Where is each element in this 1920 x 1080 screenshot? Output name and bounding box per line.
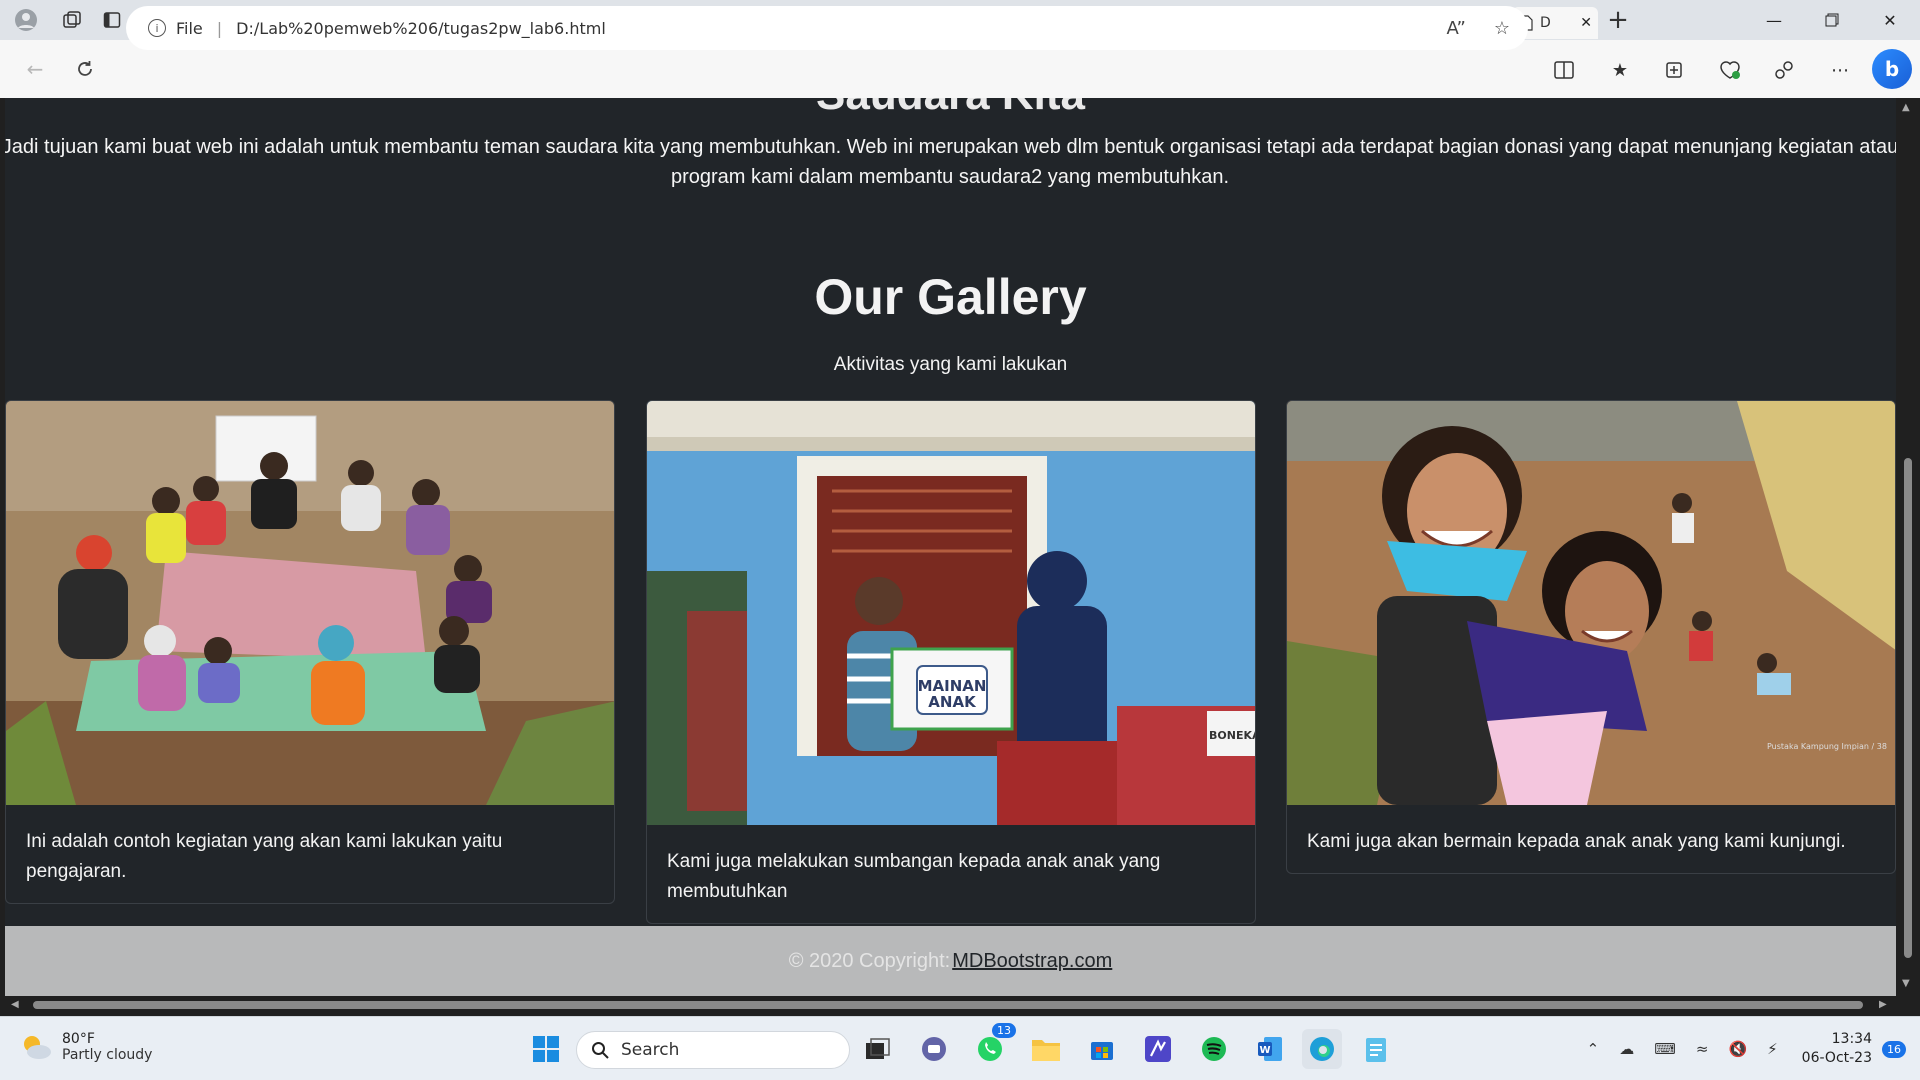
minimize-button[interactable]: — bbox=[1744, 0, 1804, 40]
gallery-card-2: MAINAN ANAK BONEKA Kami juga melakukan s… bbox=[646, 400, 1256, 924]
close-tab-icon[interactable]: ✕ bbox=[1580, 15, 1592, 31]
wifi-icon[interactable]: ≈ bbox=[1696, 1040, 1709, 1058]
extensions-icon[interactable] bbox=[1764, 50, 1804, 90]
system-tray: ⌃ ☁ ⌨ ≈ 🔇 ⚡ 13:34 06-Oct-23 16 bbox=[1577, 1017, 1920, 1080]
scroll-up-icon[interactable]: ▲ bbox=[1902, 102, 1910, 113]
more-menu-icon[interactable]: ⋯ bbox=[1820, 50, 1860, 90]
profile-icon[interactable] bbox=[0, 0, 52, 40]
weather-widget[interactable]: 80°F Partly cloudy bbox=[20, 1031, 152, 1063]
teams-chat-icon[interactable] bbox=[914, 1029, 954, 1069]
box-label-anak: ANAK bbox=[928, 693, 977, 711]
clock[interactable]: 13:34 06-Oct-23 bbox=[1802, 1030, 1872, 1068]
gallery-title: Our Gallery bbox=[814, 269, 1087, 325]
onedrive-icon[interactable]: ☁ bbox=[1619, 1040, 1634, 1058]
new-tab-button[interactable]: + bbox=[1598, 0, 1638, 40]
keyboard-icon[interactable]: ⌨ bbox=[1654, 1040, 1676, 1058]
section-heading-partial: Saudara Kita bbox=[5, 98, 1896, 120]
address-bar[interactable]: i File | D:/Lab%20pemweb%206/tugas2pw_la… bbox=[126, 6, 1528, 50]
notification-count[interactable]: 16 bbox=[1882, 1040, 1906, 1058]
horizontal-scroll-thumb[interactable] bbox=[33, 1001, 1863, 1009]
collections-icon[interactable] bbox=[1654, 50, 1694, 90]
browser-essentials-icon[interactable] bbox=[1710, 50, 1750, 90]
close-window-button[interactable]: ✕ bbox=[1860, 0, 1920, 40]
copilot-icon[interactable]: b bbox=[1872, 49, 1912, 89]
read-aloud-icon[interactable]: A” bbox=[1446, 18, 1465, 39]
scroll-left-icon[interactable]: ◀ bbox=[11, 999, 19, 1010]
footer-copyright: © 2020 Copyright: bbox=[788, 949, 951, 972]
favorites-icon[interactable]: ★ bbox=[1600, 50, 1640, 90]
back-button[interactable]: ← bbox=[10, 49, 60, 89]
start-windows-icon[interactable] bbox=[526, 1029, 566, 1069]
search-placeholder: Search bbox=[621, 1040, 680, 1060]
url-text[interactable]: D:/Lab%20pemweb%206/tugas2pw_lab6.html bbox=[236, 19, 606, 38]
site-info-icon[interactable]: i bbox=[148, 19, 166, 37]
word-icon[interactable]: W bbox=[1250, 1029, 1290, 1069]
vertical-scroll-thumb[interactable] bbox=[1904, 458, 1912, 958]
gallery-photo-teaching bbox=[6, 401, 614, 805]
code-editor-icon[interactable] bbox=[1138, 1029, 1178, 1069]
about-paragraph: Jadi tujuan kami buat web ini adalah unt… bbox=[5, 136, 1896, 188]
scroll-right-icon[interactable]: ▶ bbox=[1879, 999, 1887, 1010]
gallery-caption-2: Kami juga melakukan sumbangan kepada ana… bbox=[667, 851, 1161, 902]
box-label-boneka: BONEKA bbox=[1209, 729, 1255, 742]
browser-viewport: Saudara Kita Jadi tujuan kami buat web i… bbox=[0, 98, 1920, 1016]
clock-date: 06-Oct-23 bbox=[1801, 1050, 1872, 1066]
page-footer: © 2020 Copyright: MDBootstrap.com bbox=[5, 926, 1896, 996]
gallery-photo-donation: MAINAN ANAK BONEKA bbox=[647, 401, 1255, 825]
footer-link[interactable]: MDBootstrap.com bbox=[952, 950, 1112, 973]
scroll-down-icon[interactable]: ▼ bbox=[1902, 978, 1910, 989]
split-screen-icon[interactable] bbox=[1544, 50, 1584, 90]
search-icon bbox=[592, 1042, 609, 1059]
volume-muted-icon[interactable]: 🔇 bbox=[1728, 1040, 1747, 1058]
svg-text:W: W bbox=[1259, 1045, 1270, 1056]
edge-browser-icon[interactable] bbox=[1302, 1029, 1342, 1069]
taskbar-search[interactable]: Search bbox=[576, 1031, 850, 1069]
gallery-subtitle: Aktivitas yang kami lakukan bbox=[833, 354, 1068, 375]
photo-watermark: Pustaka Kampung Impian / 38 bbox=[1767, 742, 1887, 751]
gallery-card-1: Ini adalah contoh kegiatan yang akan kam… bbox=[5, 400, 615, 904]
vertical-scrollbar[interactable]: ▲ ▼ bbox=[1896, 98, 1920, 1016]
gallery-caption-1: Ini adalah contoh kegiatan yang akan kam… bbox=[26, 831, 503, 882]
scheme-label: File bbox=[176, 18, 203, 38]
clock-time: 13:34 bbox=[1831, 1031, 1872, 1047]
partly-cloudy-icon bbox=[24, 1036, 51, 1059]
gallery-card-3: Pustaka Kampung Impian / 38 Kami juga ak… bbox=[1286, 400, 1896, 874]
spotify-icon[interactable] bbox=[1194, 1029, 1234, 1069]
gallery-photo-playing: Pustaka Kampung Impian / 38 bbox=[1287, 401, 1895, 805]
weather-desc: Partly cloudy bbox=[62, 1047, 153, 1063]
workspaces-icon[interactable] bbox=[52, 0, 92, 40]
notepad-icon[interactable] bbox=[1356, 1029, 1396, 1069]
whatsapp-badge: 13 bbox=[992, 1023, 1016, 1038]
microsoft-store-icon[interactable] bbox=[1082, 1029, 1122, 1069]
web-page: Saudara Kita Jadi tujuan kami buat web i… bbox=[5, 98, 1896, 996]
restore-button[interactable] bbox=[1802, 0, 1862, 40]
favorite-star-icon[interactable]: ☆ bbox=[1494, 18, 1510, 39]
refresh-button[interactable] bbox=[60, 49, 110, 89]
gallery-caption-3: Kami juga akan bermain kepada anak anak … bbox=[1307, 831, 1846, 852]
tab-title: D bbox=[1540, 15, 1551, 31]
address-separator: | bbox=[216, 18, 223, 38]
windows-taskbar: 80°F Partly cloudy Search 13 W ⌃ ☁ ⌨ ≈ 🔇… bbox=[0, 1016, 1920, 1080]
file-explorer-icon[interactable] bbox=[1026, 1029, 1066, 1069]
horizontal-scrollbar[interactable]: ◀ ▶ bbox=[5, 996, 1896, 1014]
weather-temp: 80°F bbox=[62, 1031, 95, 1047]
show-hidden-icons-icon[interactable]: ⌃ bbox=[1587, 1040, 1600, 1058]
battery-charging-icon[interactable]: ⚡ bbox=[1767, 1040, 1778, 1058]
task-view-icon[interactable] bbox=[858, 1029, 898, 1069]
